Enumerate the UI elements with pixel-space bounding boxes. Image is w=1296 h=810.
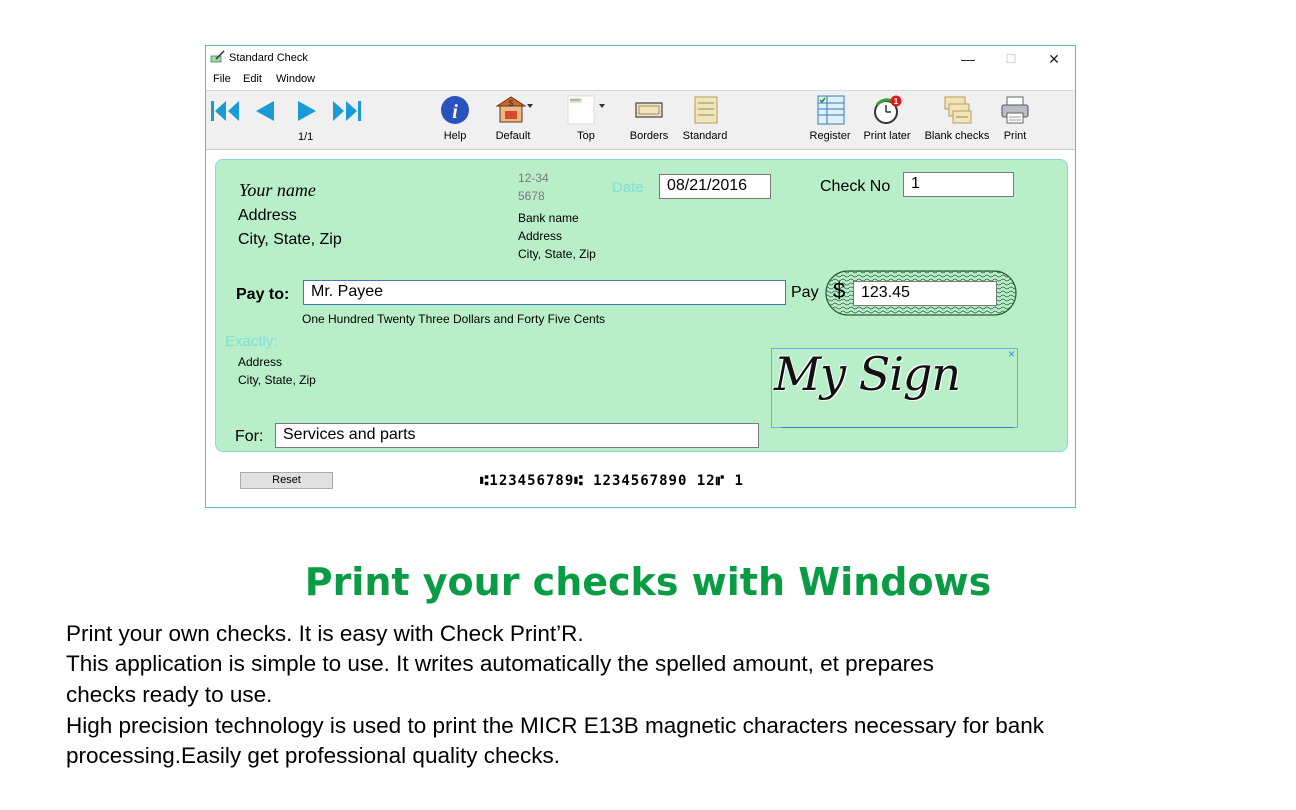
payee-field[interactable]: Mr. Payee (303, 280, 786, 305)
menu-edit[interactable]: Edit (243, 73, 262, 85)
exactly-label: Exactly: (225, 333, 278, 350)
drawer-city[interactable]: City, State, Zip (238, 231, 342, 249)
svg-text:$: $ (509, 99, 514, 108)
standard-button[interactable]: Standard (679, 91, 731, 149)
pay-to-label: Pay to: (236, 286, 290, 303)
toolbar: 1/1 i Help $ Default Top Borders Standar… (206, 90, 1075, 150)
blank-checks-button[interactable]: Blank checks (922, 91, 992, 149)
reset-button[interactable]: Reset (240, 472, 333, 489)
maximize-button[interactable]: ☐ (991, 48, 1031, 70)
print-later-label: Print later (863, 130, 911, 142)
fraction-code-bottom: 5678 (518, 189, 545, 203)
fraction-code-top: 12-34 (518, 171, 549, 185)
borders-button[interactable]: Borders (627, 91, 671, 149)
default-label: Default (495, 130, 531, 142)
signature-image: My Sign (774, 347, 961, 401)
signature-box[interactable]: My Sign × (771, 347, 1018, 428)
drawer-name[interactable]: Your name (239, 180, 316, 201)
spelled-amount: One Hundred Twenty Three Dollars and For… (302, 312, 606, 326)
clock-icon: 1 (874, 95, 902, 124)
check-number-label: Check No (820, 178, 891, 195)
print-later-button[interactable]: 1 Print later (860, 91, 914, 149)
title-bar: Standard Check — ☐ ✕ (206, 46, 1075, 72)
standard-checks-icon (694, 96, 718, 124)
borders-icon (635, 102, 663, 118)
close-button[interactable]: ✕ (1034, 48, 1074, 70)
memo-field[interactable]: Services and parts (275, 423, 759, 448)
check-number-field[interactable]: 1 (903, 172, 1014, 197)
bank-address[interactable]: Address (518, 229, 562, 243)
bank-city[interactable]: City, State, Zip (518, 247, 596, 261)
borders-label: Borders (629, 130, 669, 142)
printer-icon (1001, 96, 1029, 124)
date-field[interactable]: 08/21/2016 (659, 174, 771, 199)
bank-icon: $ (495, 96, 533, 123)
top-label: Top (577, 130, 595, 142)
blank-checks-icon (944, 96, 972, 124)
top-position-icon (567, 95, 605, 125)
default-button[interactable]: $ Default (489, 91, 537, 149)
check-pen-icon (210, 50, 225, 63)
dollar-sign: $ (833, 278, 846, 303)
info-icon: i (441, 96, 469, 124)
description-line-3: checks ready to use. (66, 682, 273, 707)
help-button[interactable]: i Help (435, 91, 475, 149)
payee-city[interactable]: City, State, Zip (238, 373, 316, 387)
payee-address[interactable]: Address (238, 355, 282, 369)
print-label: Print (1003, 130, 1027, 142)
bank-name[interactable]: Bank name (518, 211, 579, 225)
pay-label: Pay (791, 284, 819, 301)
description-line-5: processing.Easily get professional quali… (66, 743, 561, 768)
register-icon (817, 95, 845, 125)
menu-bar: File Edit Window (206, 72, 1075, 88)
signature-line (782, 427, 1013, 428)
amount-field[interactable]: 123.45 (853, 281, 997, 306)
description-line-1: Print your own checks. It is easy with C… (66, 621, 584, 646)
menu-file[interactable]: File (213, 73, 231, 85)
window-title: Standard Check (229, 52, 308, 64)
next-page-icon[interactable] (294, 99, 320, 123)
last-page-icon[interactable] (330, 99, 362, 123)
svg-text:i: i (452, 101, 458, 123)
register-button[interactable]: Register (806, 91, 854, 149)
top-button[interactable]: Top (566, 91, 606, 149)
signature-close-icon[interactable]: × (1008, 347, 1015, 361)
page-counter: 1/1 (298, 131, 314, 143)
print-later-badge: 1 (894, 97, 899, 106)
check-form: Your name Address City, State, Zip 12-34… (215, 159, 1068, 452)
micr-line: ⑆123456789⑆ 1234567890 12⑈ 1 (480, 473, 744, 489)
headline: Print your checks with Windows (304, 560, 992, 604)
first-page-icon[interactable] (210, 99, 242, 123)
blank-checks-label: Blank checks (924, 130, 990, 142)
minimize-button[interactable]: — (948, 48, 988, 70)
description-line-4: High precision technology is used to pri… (66, 713, 1044, 738)
standard-label: Standard (682, 130, 728, 142)
previous-page-icon[interactable] (252, 99, 278, 123)
description-line-2: This application is simple to use. It wr… (66, 651, 934, 676)
memo-label: For: (235, 428, 264, 445)
menu-window[interactable]: Window (276, 73, 315, 85)
drawer-address[interactable]: Address (238, 207, 297, 225)
app-window: Standard Check — ☐ ✕ File Edit Window 1/… (205, 45, 1076, 508)
help-label: Help (443, 130, 467, 142)
print-button[interactable]: Print (998, 91, 1032, 149)
register-label: Register (809, 130, 851, 142)
date-label: Date (612, 179, 644, 196)
